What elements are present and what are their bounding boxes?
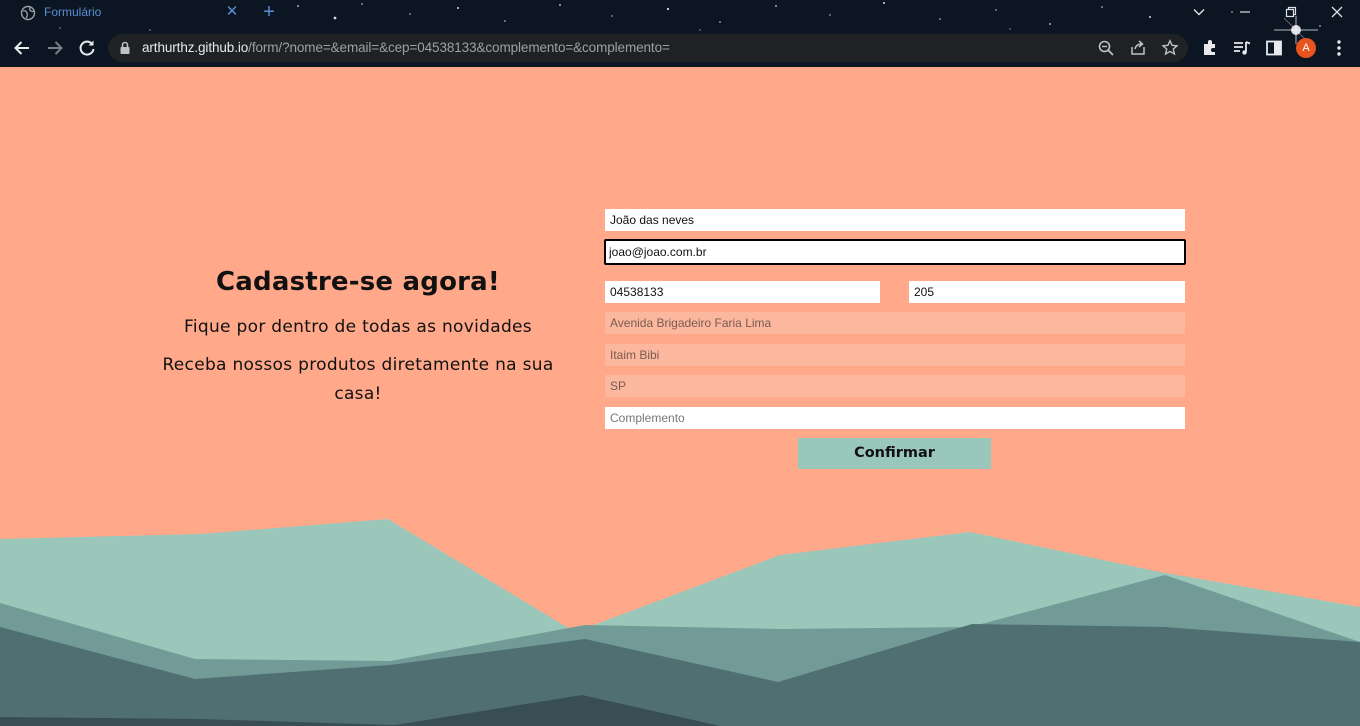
url-path: /form/?nome=&email=&cep=04538133&complem… xyxy=(248,40,670,55)
neighborhood-field[interactable] xyxy=(605,344,1185,366)
minimize-button[interactable] xyxy=(1222,0,1268,24)
address-bar[interactable]: arthurthz.github.io/form/?nome=&email=&c… xyxy=(108,34,1188,62)
media-control-icon[interactable] xyxy=(1232,38,1252,58)
reload-icon xyxy=(79,40,95,56)
number-input[interactable] xyxy=(909,281,1185,303)
browser-chrome: Formulário ✕ + arthurthz.github.io/form/… xyxy=(0,0,1360,67)
lock-icon[interactable] xyxy=(119,41,131,55)
share-icon[interactable] xyxy=(1129,39,1147,57)
forward-button[interactable] xyxy=(43,36,67,60)
tab-search-button[interactable] xyxy=(1176,0,1222,24)
close-window-button[interactable] xyxy=(1314,0,1360,24)
page-title: Cadastre-se agora! xyxy=(216,267,500,297)
extensions-icon[interactable] xyxy=(1200,38,1220,58)
url-text: arthurthz.github.io/form/?nome=&email=&c… xyxy=(142,40,670,55)
street-field[interactable] xyxy=(605,312,1185,334)
bookmark-star-icon[interactable] xyxy=(1161,39,1179,57)
cep-input[interactable] xyxy=(605,281,880,303)
email-input[interactable] xyxy=(604,239,1186,265)
chevron-down-icon xyxy=(1193,9,1205,16)
restore-button[interactable] xyxy=(1268,0,1314,24)
side-panel-icon[interactable] xyxy=(1264,38,1284,58)
globe-icon xyxy=(20,5,36,21)
page-content: Cadastre-se agora! Fique por dentro de t… xyxy=(0,67,1360,726)
arrow-left-icon xyxy=(14,41,29,55)
profile-avatar[interactable]: A xyxy=(1296,38,1316,58)
subtitle-newsletter: Fique por dentro de todas as novidades xyxy=(184,317,532,337)
browser-tab[interactable]: Formulário ✕ xyxy=(10,0,250,26)
confirm-button[interactable]: Confirmar xyxy=(798,438,991,469)
new-tab-button[interactable]: + xyxy=(258,1,280,23)
more-menu-icon[interactable] xyxy=(1329,38,1349,58)
close-icon xyxy=(1331,6,1343,18)
complement-input[interactable] xyxy=(605,407,1185,429)
intro-section: Cadastre-se agora! Fique por dentro de t… xyxy=(150,263,566,409)
back-button[interactable] xyxy=(10,36,34,60)
tab-title: Formulário xyxy=(44,5,102,19)
minimize-icon xyxy=(1240,11,1250,13)
url-host: arthurthz.github.io xyxy=(142,40,249,55)
zoom-icon[interactable] xyxy=(1097,39,1115,57)
close-icon[interactable]: ✕ xyxy=(222,2,242,22)
name-input[interactable] xyxy=(605,209,1185,231)
arrow-right-icon xyxy=(48,41,63,55)
reload-button[interactable] xyxy=(75,36,99,60)
subtitle-delivery: Receba nossos produtos diretamente na su… xyxy=(162,355,554,404)
state-field[interactable] xyxy=(605,375,1185,397)
restore-icon xyxy=(1285,6,1297,18)
